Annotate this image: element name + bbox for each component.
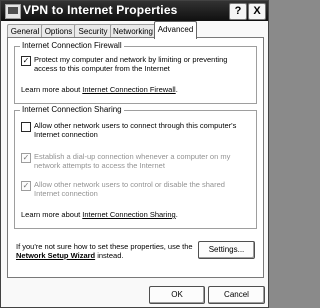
title-bar[interactable]: VPN to Internet Properties ? X <box>1 1 268 21</box>
tab-strip: General Options Security Networking Adva… <box>3 21 267 39</box>
network-setup-wizard-link[interactable]: Network Setup Wizard <box>16 251 95 260</box>
ok-button[interactable]: OK <box>149 286 205 304</box>
firewall-learn-more: Learn more about Internet Connection Fir… <box>21 85 178 94</box>
protect-computer-label[interactable]: Protect my computer and network by limit… <box>34 55 227 73</box>
tab-advanced[interactable]: Advanced <box>154 21 197 39</box>
firewall-legend: Internet Connection Firewall <box>20 41 124 50</box>
advanced-tab-panel: Internet Connection Firewall ✓ Protect m… <box>7 37 264 278</box>
close-button[interactable]: X <box>248 3 266 20</box>
dial-up-checkbox[interactable]: ✓ <box>21 153 31 163</box>
sharing-group: Internet Connection Sharing Allow other … <box>14 105 257 229</box>
cancel-button[interactable]: Cancel <box>208 286 265 304</box>
allow-control-label: Allow other network users to control or … <box>34 180 225 198</box>
allow-connect-checkbox[interactable] <box>21 122 31 132</box>
firewall-group: Internet Connection Firewall ✓ Protect m… <box>14 41 257 104</box>
protect-computer-checkbox[interactable]: ✓ <box>21 56 31 66</box>
settings-button[interactable]: Settings... <box>198 241 255 259</box>
tab-security[interactable]: Security <box>74 24 112 38</box>
wizard-hint: If you're not sure how to set these prop… <box>16 242 193 260</box>
allow-connect-label[interactable]: Allow other network users to connect thr… <box>34 121 236 139</box>
network-connection-icon <box>5 4 21 19</box>
tab-networking[interactable]: Networking <box>110 24 156 38</box>
tab-general[interactable]: General <box>7 24 43 38</box>
sharing-learn-link[interactable]: Internet Connection Sharing <box>82 210 175 219</box>
dial-up-label: Establish a dial-up connection whenever … <box>34 152 231 170</box>
allow-control-checkbox[interactable]: ✓ <box>21 181 31 191</box>
properties-dialog: VPN to Internet Properties ? X General O… <box>0 0 269 308</box>
sharing-legend: Internet Connection Sharing <box>20 105 124 114</box>
sharing-learn-more: Learn more about Internet Connection Sha… <box>21 210 178 219</box>
help-button[interactable]: ? <box>229 3 247 20</box>
window-title: VPN to Internet Properties <box>23 3 178 17</box>
tab-options[interactable]: Options <box>41 24 76 38</box>
firewall-learn-link[interactable]: Internet Connection Firewall <box>82 85 175 94</box>
